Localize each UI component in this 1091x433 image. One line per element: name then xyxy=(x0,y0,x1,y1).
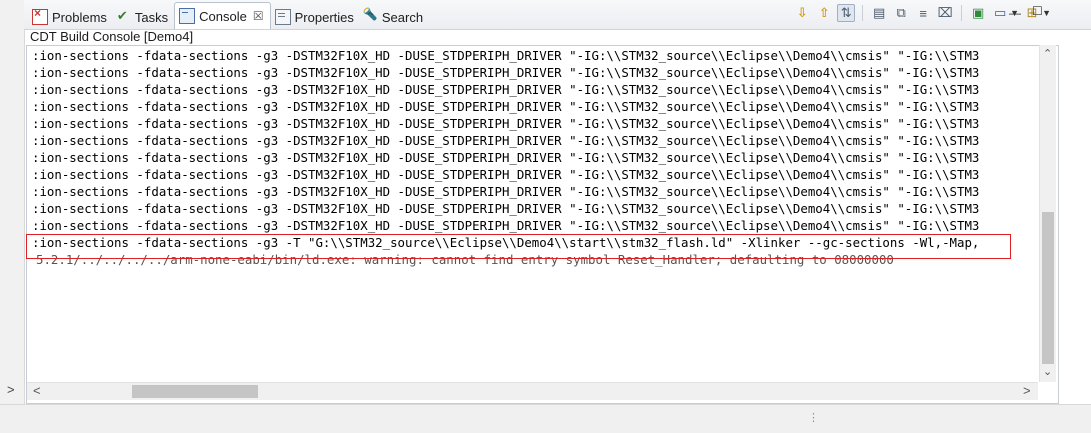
maximize-icon[interactable]: ☐ xyxy=(1032,4,1043,18)
tab-search[interactable]: Search xyxy=(360,5,429,29)
scroll-lock-icon[interactable]: ⇅ xyxy=(837,4,856,22)
view-tab-bar: Problems Tasks Console ☒ Properties Sear… xyxy=(24,0,1091,30)
tab-console[interactable]: Console ☒ xyxy=(174,2,271,29)
tab-label: Search xyxy=(381,9,424,25)
tab-properties[interactable]: Properties xyxy=(271,5,360,29)
properties-icon xyxy=(274,9,291,25)
tab-problems[interactable]: Problems xyxy=(28,5,113,29)
tab-label: Properties xyxy=(294,9,354,25)
scroll-left-arrow-icon[interactable]: < xyxy=(33,383,41,398)
status-bar xyxy=(0,404,1091,433)
console-line: :ion-sections -fdata-sections -g3 -DSTM3… xyxy=(32,167,980,182)
tab-tasks[interactable]: Tasks xyxy=(113,5,174,29)
tasks-icon xyxy=(117,8,131,24)
console-line: :ion-sections -fdata-sections -g3 -DSTM3… xyxy=(32,48,980,63)
console-line: :ion-sections -fdata-sections -g3 -DSTM3… xyxy=(32,133,980,148)
copy-icon[interactable]: ⧉ xyxy=(892,4,910,22)
left-gutter: > xyxy=(0,0,25,404)
console-line: :ion-sections -fdata-sections -g3 -DSTM3… xyxy=(32,82,980,97)
search-icon xyxy=(363,7,378,24)
clear-console-icon[interactable]: ⌧ xyxy=(936,4,954,22)
console-output-area[interactable]: :ion-sections -fdata-sections -g3 -DSTM3… xyxy=(26,45,1059,404)
console-line: :ion-sections -fdata-sections -g3 -DSTM3… xyxy=(32,218,980,233)
close-icon[interactable]: ☒ xyxy=(253,9,264,23)
tab-label: Problems xyxy=(52,9,107,25)
scroll-up-arrow-icon[interactable]: ⌃ xyxy=(1043,47,1052,60)
vertical-scroll-thumb[interactable] xyxy=(1042,212,1054,364)
horizontal-scroll-thumb[interactable] xyxy=(132,385,258,398)
console-line: :ion-sections -fdata-sections -g3 -DSTM3… xyxy=(32,65,980,80)
tab-label: Console xyxy=(199,8,247,24)
console-lines: :ion-sections -fdata-sections -g3 -DSTM3… xyxy=(32,47,1038,268)
console-icon xyxy=(179,8,196,24)
console-line: :ion-sections -fdata-sections -g3 -T "G:… xyxy=(32,235,980,250)
console-title: CDT Build Console [Demo4] xyxy=(30,29,194,44)
resize-grip-icon[interactable]: ⋮ xyxy=(808,411,819,424)
console-line: :ion-sections -fdata-sections -g3 -DSTM3… xyxy=(32,99,980,114)
console-line: :ion-sections -fdata-sections -g3 -DSTM3… xyxy=(32,116,980,131)
scroll-right-arrow-icon[interactable]: > xyxy=(1023,383,1031,398)
console-warning-line: 5.2.1/../../../../arm-none-eabi/bin/ld.e… xyxy=(36,252,894,267)
expand-arrow-icon[interactable]: > xyxy=(7,382,15,397)
console-line: :ion-sections -fdata-sections -g3 -DSTM3… xyxy=(32,184,980,199)
toolbar-divider xyxy=(961,5,963,21)
scroll-down-icon[interactable]: ⇩ xyxy=(793,4,811,22)
toolbar-divider xyxy=(862,5,864,21)
tab-label: Tasks xyxy=(134,9,169,25)
tab-list: Problems Tasks Console ☒ Properties Sear… xyxy=(28,2,429,29)
chevron-down-icon[interactable]: ▼ xyxy=(1042,8,1051,18)
console-line: :ion-sections -fdata-sections -g3 -DSTM3… xyxy=(32,201,980,216)
horizontal-scrollbar[interactable]: < > xyxy=(27,382,1038,400)
word-wrap-icon[interactable]: ≡ xyxy=(914,4,932,22)
problems-icon xyxy=(32,6,48,25)
console-line: :ion-sections -fdata-sections -g3 -DSTM3… xyxy=(32,150,980,165)
scroll-down-arrow-icon[interactable]: ⌄ xyxy=(1043,365,1052,378)
scroll-up-icon[interactable]: ⇧ xyxy=(815,4,833,22)
open-console-icon[interactable]: ▣ xyxy=(969,4,987,22)
vertical-scrollbar[interactable]: ⌃ ⌄ xyxy=(1039,45,1056,382)
display-console-icon[interactable]: ▭ xyxy=(991,4,1009,22)
minimize-icon[interactable]: — xyxy=(1009,6,1021,20)
pin-console-icon[interactable]: ▤ xyxy=(870,4,888,22)
